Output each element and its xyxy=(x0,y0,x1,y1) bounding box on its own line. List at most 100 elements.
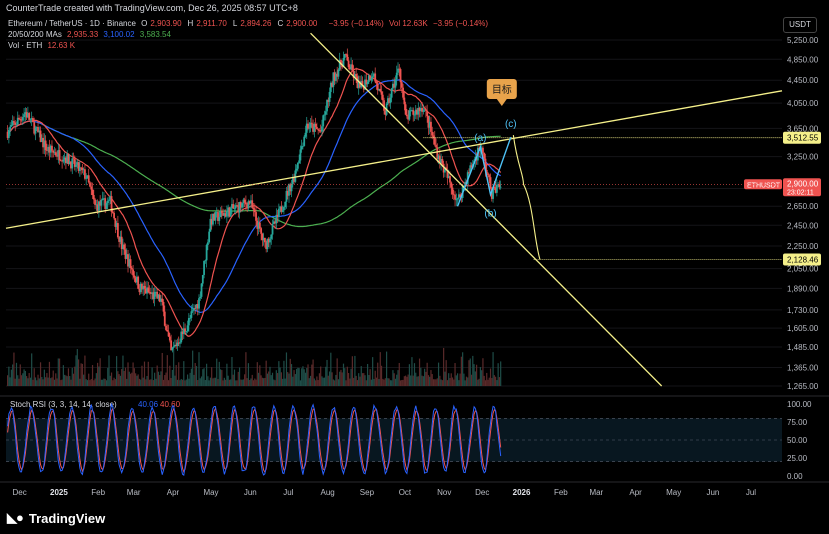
volume-bar xyxy=(320,366,322,386)
volume-bar xyxy=(416,376,418,386)
volume-bar xyxy=(355,375,357,386)
volume-bar xyxy=(32,379,34,386)
volume-bar xyxy=(322,377,324,386)
volume-bar xyxy=(34,377,37,386)
volume-bar xyxy=(151,367,153,386)
candle-body xyxy=(283,206,285,211)
volume-bar xyxy=(195,366,198,386)
candle-body xyxy=(374,73,377,82)
time-tick-label: 2026 xyxy=(513,488,531,497)
volume-bar xyxy=(36,380,38,386)
price-tick-label: 1,265.00 xyxy=(787,382,819,391)
stoch-rsi-panel: 100.00 75.00 50.00 25.00 0.00 Stoch RSI (3, 3… xyxy=(0,395,829,483)
volume-bar xyxy=(271,372,274,386)
volume-bar xyxy=(23,369,25,386)
candle-body xyxy=(390,88,393,98)
volume-bar xyxy=(213,377,215,386)
candle-body xyxy=(487,173,489,176)
price-tick-label: 2,650.00 xyxy=(787,202,819,211)
candle-body xyxy=(163,311,166,326)
volume-bar xyxy=(434,379,436,386)
volume-bar xyxy=(133,368,135,386)
volume-bar xyxy=(179,380,181,386)
candle-body xyxy=(29,119,32,121)
price-chart[interactable]: 100.00 75.00 50.00 25.00 0.00 Stoch RSI (3, 3… xyxy=(0,0,829,534)
volume-bar xyxy=(12,364,14,386)
volume-bar xyxy=(208,380,210,386)
candle-body xyxy=(405,114,408,117)
candle-body xyxy=(379,88,382,92)
candle-body xyxy=(380,91,383,95)
volume-bar xyxy=(273,379,275,386)
candle-body xyxy=(290,183,293,192)
volume-bar xyxy=(14,378,16,386)
volume-bar xyxy=(75,355,77,386)
volume-bar xyxy=(398,362,400,386)
candle-body xyxy=(299,149,302,161)
candle-body xyxy=(137,276,140,289)
volume-bar xyxy=(276,373,279,386)
candle-body xyxy=(200,283,203,297)
volume-bar xyxy=(311,364,313,386)
volume-bar xyxy=(388,378,390,386)
time-tick-label: Jul xyxy=(283,488,293,497)
time-tick-label: Dec xyxy=(12,488,26,497)
volume-bar xyxy=(278,361,280,386)
price-tick-label: 2,450.00 xyxy=(787,221,819,230)
volume-bar xyxy=(246,378,248,386)
volume-bar xyxy=(426,362,428,386)
volume-bar xyxy=(346,366,348,386)
volume-bar xyxy=(275,370,277,386)
volume-bar xyxy=(297,367,299,386)
volume-bar xyxy=(421,375,423,386)
candle-body xyxy=(371,76,374,78)
volume-bar xyxy=(50,378,52,386)
volume-bar xyxy=(102,379,104,386)
volume-bar xyxy=(170,378,172,386)
volume-bar xyxy=(308,378,310,386)
volume-bar xyxy=(249,380,251,386)
volume-bar xyxy=(155,378,157,386)
volume-bar xyxy=(136,375,138,386)
volume-bar xyxy=(94,378,96,386)
volume-bar xyxy=(377,362,379,386)
volume-bar xyxy=(260,375,262,386)
time-tick-label: Jun xyxy=(706,488,719,497)
time-tick-label: Oct xyxy=(399,488,412,497)
candle-body xyxy=(129,259,132,268)
volume-bar xyxy=(100,379,103,386)
candle-body xyxy=(310,122,313,124)
volume-bar xyxy=(137,374,139,386)
volume-bar xyxy=(52,370,54,386)
volume-bar xyxy=(430,370,432,386)
volume-bar xyxy=(477,379,479,386)
volume-bar xyxy=(484,380,487,386)
candle-body xyxy=(100,200,103,206)
volume-bar xyxy=(500,361,502,386)
candle-body xyxy=(245,202,247,205)
tradingview-logo-icon: ◣● xyxy=(7,510,24,525)
volume-bar xyxy=(127,362,129,386)
volume-bar xyxy=(408,364,411,386)
volume-bar xyxy=(303,369,305,386)
candle-body xyxy=(87,175,90,183)
candle-body xyxy=(130,267,133,270)
price-tick-label: 1,730.00 xyxy=(787,306,819,315)
candle-body xyxy=(166,329,169,332)
volume-bar xyxy=(312,359,314,386)
volume-bar xyxy=(218,361,220,386)
volume-bar xyxy=(325,366,327,386)
volume-bar xyxy=(174,375,176,386)
candle-body xyxy=(113,212,115,219)
candle-body xyxy=(456,198,459,200)
candle-body xyxy=(232,204,235,209)
volume-bar xyxy=(382,378,384,386)
candle-body xyxy=(433,137,436,145)
volume-bar xyxy=(392,370,394,386)
time-tick-label: Feb xyxy=(554,488,568,497)
volume-bar xyxy=(298,368,300,386)
volume-bar xyxy=(369,369,371,386)
candle-body xyxy=(225,211,228,217)
candle-body xyxy=(322,115,325,127)
last-price-value: 2,900.00 xyxy=(787,179,819,188)
